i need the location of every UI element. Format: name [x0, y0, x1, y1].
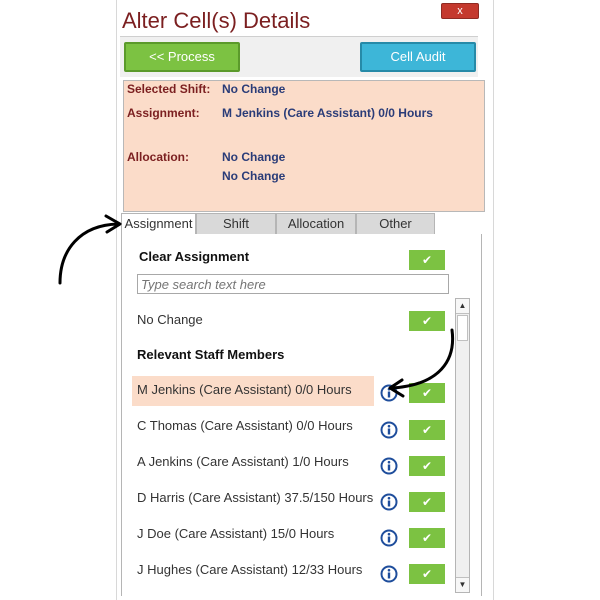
curved-arrow-icon — [388, 328, 455, 398]
annotation-arrows — [58, 214, 455, 398]
curved-arrow-icon — [58, 214, 122, 285]
